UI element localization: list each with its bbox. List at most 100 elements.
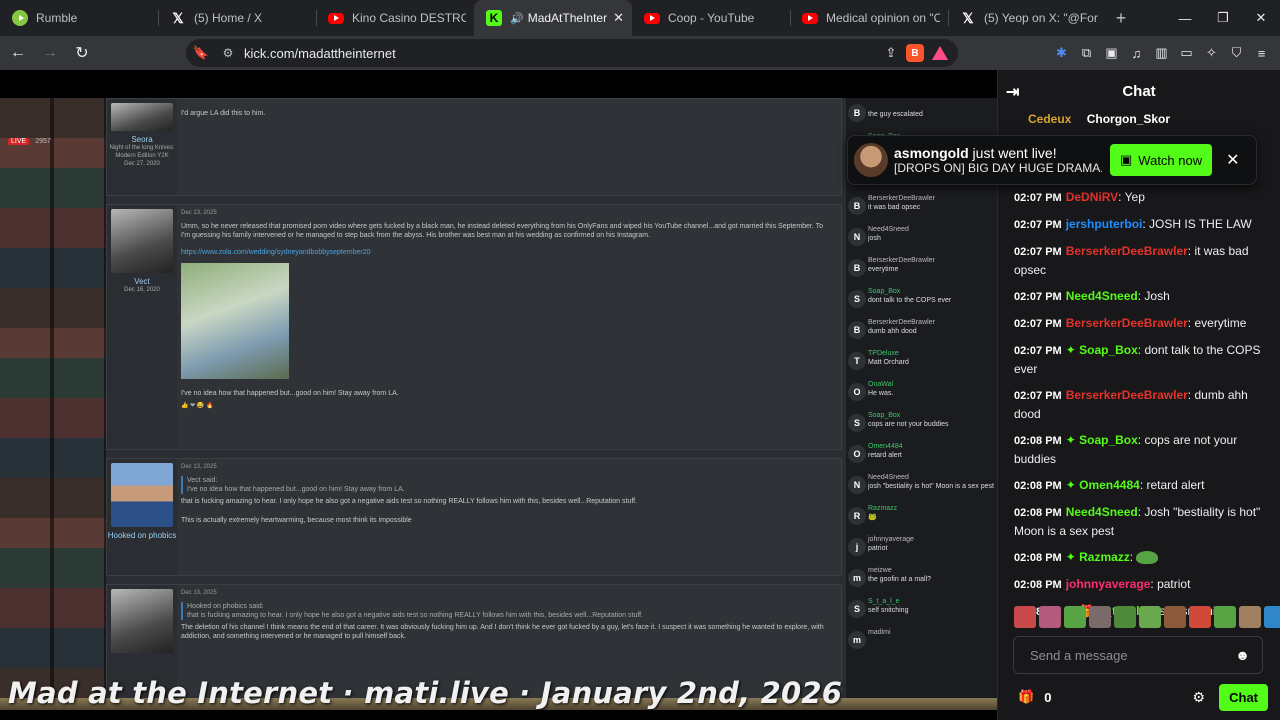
message-username[interactable]: BerserkerDeeBrawler (1066, 244, 1188, 258)
post-text: Umm, so he never released that promised … (181, 223, 824, 239)
message-username[interactable]: Omen4484 (1079, 478, 1140, 492)
menu-icon[interactable]: ≡ (1249, 46, 1274, 61)
back-button[interactable]: ← (4, 39, 32, 67)
emote-icon[interactable] (1089, 606, 1111, 628)
message-username[interactable]: DeDNiRV (1066, 190, 1118, 204)
tab-rumble[interactable]: Rumble (0, 0, 158, 36)
message-username[interactable]: BerserkerDeeBrawler (1066, 388, 1188, 402)
tab-strip: Rumble 𝕏 (5) Home / X Kino Casino DESTROY… (0, 0, 1280, 36)
emote-icon[interactable] (1064, 606, 1086, 628)
extension-icon[interactable]: ✱ (1049, 45, 1074, 61)
message-time: 02:08 PM (1014, 552, 1062, 564)
message-username[interactable]: Soap_Box (1079, 343, 1138, 357)
vpn-icon[interactable]: ⛉ (1224, 45, 1249, 61)
collapse-chat-icon[interactable]: ⇥ (1006, 82, 1019, 102)
emoji-icon[interactable]: ☻ (1235, 647, 1250, 663)
avatar (111, 589, 173, 653)
minimize-icon[interactable]: — (1166, 0, 1204, 36)
tab-medical-opinion[interactable]: Medical opinion on "Cyrax (790, 0, 948, 36)
gear-icon[interactable]: ⚙ (1193, 689, 1206, 706)
tab-coop[interactable]: Coop - YouTube (632, 0, 790, 36)
chat-input[interactable]: Send a message ☻ (1013, 636, 1263, 674)
puzzle-icon[interactable]: ⧉ (1074, 45, 1099, 61)
browser-toolbar: ← → ↻ 🔖 ⚙ kick.com/madattheinternet ⇪ B … (0, 36, 1280, 70)
watch-now-button[interactable]: ▣ Watch now (1110, 144, 1213, 176)
video-frame[interactable]: LIVE 2957 Seora Night of the long Knives… (0, 98, 997, 710)
overlay-message: the goofin at a mall? (868, 576, 932, 583)
chat-title: Chat (1122, 82, 1156, 100)
chat-input-placeholder[interactable]: Send a message (1030, 648, 1235, 663)
extensions-bar: ✱ ⧉ ▣ ♫ ▥ ▭ ✧ ⛉ ≡ (1049, 36, 1274, 70)
emote-icon[interactable] (1139, 606, 1161, 628)
chat-message: 02:08 PM ✦ Razmazz: (1014, 548, 1269, 567)
message-username[interactable]: jershputerboi (1066, 217, 1143, 231)
forward-button[interactable]: → (36, 39, 64, 67)
speaker-icon[interactable]: 🔊 (510, 12, 524, 25)
message-text: : JOSH IS THE LAW (1142, 217, 1252, 231)
quote-author: Hooked on phobics said: (187, 603, 264, 610)
brave-shields-icon[interactable]: B (906, 44, 924, 62)
message-username[interactable]: johnnyaverage (1066, 577, 1151, 591)
brave-rewards-icon[interactable] (932, 46, 948, 60)
post-body: Dec 13, 2025 Hooked on phobics said: that… (181, 589, 833, 641)
tab-x-home[interactable]: 𝕏 (5) Home / X (158, 0, 316, 36)
message-text: : Yep (1118, 190, 1145, 204)
forum-screen: Seora Night of the long Knives: Modern E… (106, 98, 846, 710)
post-author: Seora Night of the long Knives: Modern E… (107, 99, 177, 195)
emote-icon[interactable] (1114, 606, 1136, 628)
reload-button[interactable]: ↻ (68, 39, 96, 67)
emote-icon[interactable] (1264, 606, 1280, 628)
post-author: Hooked on phobics (107, 459, 177, 575)
emote-icon[interactable] (1039, 606, 1061, 628)
channel-points[interactable]: 🎁 0 (1018, 689, 1051, 705)
message-username[interactable]: BerserkerDeeBrawler (1066, 316, 1188, 330)
screenshot-icon[interactable]: ▣ (1099, 45, 1124, 61)
overlay-message: self snitching (868, 607, 909, 614)
new-tab-button[interactable]: + (1106, 8, 1136, 29)
message-username[interactable]: Razmazz (1079, 550, 1130, 564)
message-username[interactable]: Need4Sneed (1066, 505, 1138, 519)
url-text[interactable]: kick.com/madattheinternet (240, 46, 876, 61)
forum-post: Vect Dec 16, 2020 Dec 13, 2025 Umm, so h… (106, 204, 842, 450)
post-text: The deletion of his channel I think mean… (181, 624, 824, 640)
tab-yeop[interactable]: 𝕏 (5) Yeop on X: "@Forsaken (948, 0, 1106, 36)
message-text: : Josh (1137, 289, 1170, 303)
notification-text: asmongold just went live! [DROPS ON] BIG… (894, 145, 1102, 175)
gift-box-icon: 🎁 (1018, 689, 1035, 704)
overlay-message: the guy escalated (868, 111, 923, 118)
quote-text: I've no idea how that happened but...goo… (187, 486, 405, 493)
message-username[interactable]: Soap_Box (1079, 433, 1138, 447)
leo-icon[interactable]: ✧ (1199, 45, 1224, 61)
tab-madattheinternet[interactable]: K 🔊MadAtTheInternet ✕ (474, 0, 632, 36)
post-date: Dec 13, 2025 (181, 210, 217, 216)
pinned-user: Cedeux (1028, 112, 1072, 126)
overlay-message: cops are not your buddies (868, 421, 949, 428)
overlay-badge: O (848, 445, 866, 463)
site-info-icon[interactable]: ⚙ (216, 46, 240, 60)
close-notification-icon[interactable]: ✕ (1226, 150, 1239, 170)
overlay-badge: N (848, 228, 866, 246)
subscriber-badge-icon: ✦ (1065, 343, 1076, 357)
bookmark-icon[interactable]: 🔖 (186, 45, 216, 61)
send-chat-button[interactable]: Chat (1219, 683, 1268, 711)
reactions: 👍 ❤ 😂 🔥 (181, 403, 214, 409)
close-window-icon[interactable]: ✕ (1242, 0, 1280, 36)
emote-icon[interactable] (1239, 606, 1261, 628)
share-icon[interactable]: ⇪ (876, 45, 906, 61)
address-bar[interactable]: 🔖 ⚙ kick.com/madattheinternet ⇪ B (186, 39, 958, 67)
emote-icon[interactable] (1189, 606, 1211, 628)
emote-icon[interactable] (1014, 606, 1036, 628)
wallet-icon[interactable]: ▭ (1174, 45, 1199, 61)
pinned-banner[interactable]: Cedeux Chorgon_Skor (998, 112, 1280, 128)
tab-kino-casino[interactable]: Kino Casino DESTROYS DS (316, 0, 474, 36)
chat-message: 02:07 PM Need4Sneed: Josh (1014, 287, 1269, 306)
emote-icon[interactable] (1214, 606, 1236, 628)
message-username[interactable]: Need4Sneed (1066, 289, 1138, 303)
overlay-username: Need4Sneed (868, 474, 909, 481)
emote-icon[interactable] (1164, 606, 1186, 628)
restore-icon[interactable]: ❐ (1204, 0, 1242, 36)
close-icon[interactable]: ✕ (613, 10, 624, 26)
media-icon[interactable]: ♫ (1124, 46, 1149, 61)
overlay-chat-item: O Omen4484 retard alert (846, 441, 997, 471)
sidebar-icon[interactable]: ▥ (1149, 45, 1174, 61)
